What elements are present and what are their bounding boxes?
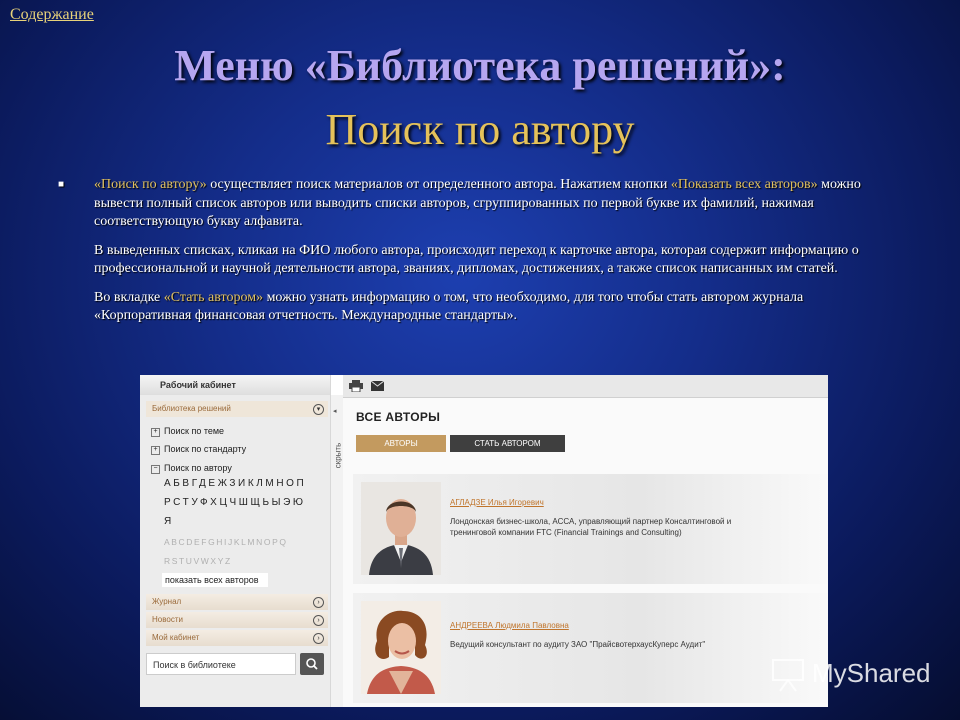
paragraph-become-author: Во вкладке «Стать автором» можно узнать …: [94, 289, 888, 326]
menu-item-label: Журнал: [152, 597, 182, 606]
alphabet-row-cyrillic-3[interactable]: Я: [164, 516, 174, 527]
presentation-board-icon: [772, 659, 804, 692]
menu-item-news[interactable]: Новости ›: [146, 612, 328, 628]
author-name-link[interactable]: АГЛАДЗЕ Илья Игоревич: [450, 498, 544, 507]
print-icon[interactable]: [349, 380, 363, 392]
search-icon: [306, 658, 318, 670]
alphabet-row-latin-1[interactable]: ABCDEFGHIJKLMNOPQ: [164, 537, 288, 547]
tree-item-label: Поиск по теме: [164, 426, 225, 436]
author-description: Лондонская бизнес-школа, АССА, управляющ…: [450, 517, 732, 537]
arrow-left-icon: ◂: [333, 408, 337, 415]
menu-item-my-cabinet[interactable]: Мой кабинет ›: [146, 630, 328, 646]
paragraph-text: Во вкладке: [94, 289, 164, 305]
search-button[interactable]: [300, 653, 324, 675]
hide-label: скрыть: [333, 442, 343, 469]
menu-item-journal[interactable]: Журнал ›: [146, 594, 328, 610]
tree-item-label: Поиск по стандарту: [164, 444, 247, 454]
paragraph-search-by-author: «Поиск по автору» осуществляет поиск мат…: [94, 176, 888, 232]
bullet-icon: ■: [58, 179, 65, 190]
sidebar: Рабочий кабинет Библиотека решений ▾ + По…: [140, 375, 331, 707]
author-card: АГЛАДЗЕ Илья Игоревич Лондонская бизнес-…: [353, 474, 828, 584]
tree-item-by-topic[interactable]: + Поиск по теме: [151, 426, 224, 437]
tree-item-by-standard[interactable]: + Поиск по стандарту: [151, 444, 246, 455]
sidebar-header: Рабочий кабинет: [140, 375, 330, 395]
tree-item-label: Поиск по автору: [164, 463, 232, 473]
tab-authors[interactable]: АВТОРЫ: [356, 435, 446, 452]
watermark-text: MyShared: [812, 658, 931, 688]
paragraph-text: осуществляет поиск материалов от определ…: [206, 177, 671, 192]
description-block: ■ «Поиск по автору» осуществляет поиск м…: [58, 176, 888, 336]
term-become-author: «Стать автором»: [163, 289, 264, 305]
menu-item-label: Новости: [152, 615, 183, 624]
show-all-authors-button[interactable]: показать всех авторов: [162, 573, 268, 587]
minus-icon: −: [151, 465, 160, 474]
author-photo[interactable]: [361, 482, 441, 575]
plus-icon: +: [151, 446, 160, 455]
tab-become-author[interactable]: СТАТЬ АВТОРОМ: [450, 435, 565, 452]
sidebar-section-library[interactable]: Библиотека решений ▾: [146, 401, 328, 417]
alphabet-row-cyrillic-2[interactable]: РСТУФХЦЧШЩЬЫЭЮ: [164, 497, 306, 508]
chevron-right-icon: ›: [313, 597, 324, 608]
slide-subtitle: Поиск по автору: [325, 105, 635, 154]
page-heading: ВСЕ АВТОРЫ: [356, 410, 441, 424]
library-search-input[interactable]: Поиск в библиотеке: [146, 653, 296, 675]
plus-icon: +: [151, 428, 160, 437]
alphabet-row-cyrillic-1[interactable]: АБВГДЕЖЗИКЛМНОП: [164, 478, 306, 489]
authors-panel: ВСЕ АВТОРЫ АВТОРЫ СТАТЬ АВТОРОМ АГЛАДЗЕ …: [343, 398, 828, 707]
chevron-down-icon[interactable]: ▾: [313, 404, 324, 415]
tree-item-by-author[interactable]: − Поиск по автору: [151, 463, 232, 474]
menu-item-label: Мой кабинет: [152, 633, 200, 642]
sidebar-section-label: Библиотека решений: [152, 404, 231, 413]
term-show-all-authors: «Показать всех авторов»: [670, 177, 818, 192]
term-search-by-author: «Поиск по автору»: [94, 177, 207, 192]
author-name-link[interactable]: АНДРЕЕВА Людмила Павловна: [450, 621, 569, 630]
chevron-right-icon: ›: [313, 615, 324, 626]
mail-icon[interactable]: [371, 381, 384, 391]
toc-link[interactable]: Содержание: [10, 6, 94, 24]
author-description: Ведущий консультант по аудиту ЗАО "Прайс…: [450, 640, 706, 649]
paragraph-author-card: В выведенных списках, кликая на ФИО любо…: [94, 242, 859, 277]
author-card: АНДРЕЕВА Людмила Павловна Ведущий консул…: [353, 593, 828, 703]
chevron-right-icon: ›: [313, 633, 324, 644]
library-screenshot: Рабочий кабинет Библиотека решений ▾ + По…: [140, 375, 828, 707]
toolbar: [343, 375, 828, 398]
slide-title: Меню «Библиотека решений»:: [174, 41, 786, 90]
author-photo[interactable]: [361, 601, 441, 694]
hide-sidebar-toggle[interactable]: ◂ скрыть: [331, 395, 343, 707]
watermark: MyShared: [770, 656, 950, 696]
alphabet-row-latin-2[interactable]: RSTUVWXYZ: [164, 556, 232, 566]
